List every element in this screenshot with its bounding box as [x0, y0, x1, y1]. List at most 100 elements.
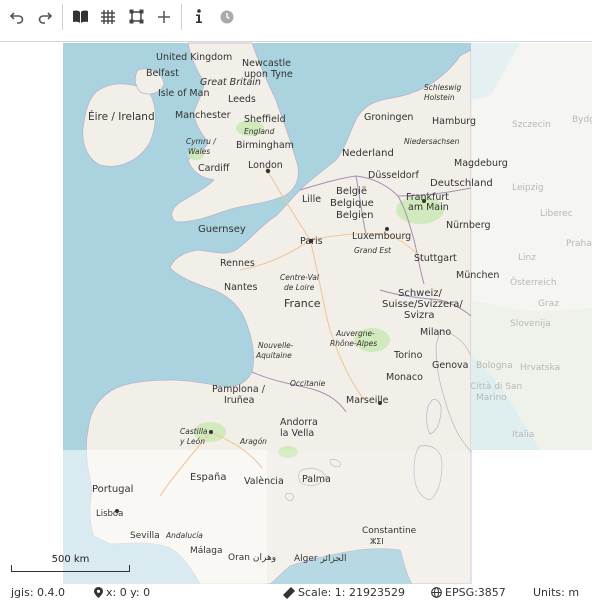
- map-label: Nantes: [224, 282, 258, 293]
- map-label: Düsseldorf: [368, 170, 419, 181]
- map-label: Belfast: [146, 68, 179, 79]
- map-label: Palma: [302, 474, 331, 485]
- version-label: jgis: 0.4.0: [11, 586, 66, 599]
- book-open-icon: [72, 10, 88, 23]
- scale-label: Scale: 1: 21923529: [298, 586, 405, 599]
- map-label: Éire / Ireland: [88, 110, 155, 123]
- map-label: València: [244, 476, 284, 487]
- map-label: Sevilla: [130, 531, 160, 541]
- plus-icon: [158, 10, 170, 23]
- toolbar: [0, 0, 592, 33]
- map-label: Isle of Man: [158, 88, 209, 99]
- map-label: Leeds: [228, 94, 256, 105]
- grid-icon: [101, 9, 115, 24]
- ruler-icon: [283, 586, 295, 599]
- projection-label: EPSG:3857: [445, 586, 506, 599]
- map-label: de Loire: [284, 283, 315, 292]
- map-label: Hamburg: [432, 116, 476, 127]
- map-label: Birmingham: [236, 140, 294, 151]
- map-label: Lille: [302, 194, 321, 205]
- map-label: Belgien: [336, 210, 373, 221]
- redo-button[interactable]: [31, 3, 59, 31]
- undo-button[interactable]: [3, 3, 31, 31]
- map-label: Graz: [538, 299, 559, 309]
- map-label: Newcastle: [242, 58, 291, 69]
- map-label: Rhône-Alpes: [330, 339, 377, 348]
- map-label: Pamplona /: [212, 384, 266, 395]
- map-label: Magdeburg: [454, 158, 508, 169]
- map-label: Alger الجزائر: [294, 554, 346, 564]
- map-label: Nouvelle-: [258, 341, 294, 350]
- projection-readout: EPSG:3857: [431, 586, 506, 599]
- history-button[interactable]: [213, 3, 241, 31]
- map-label: Andorra: [280, 417, 318, 428]
- map-label: Andalucía: [165, 531, 203, 540]
- map-tiles: United Kingdom Great Britain Belfast New…: [63, 42, 592, 584]
- undo-icon: [9, 11, 24, 24]
- redo-icon: [38, 11, 53, 24]
- clock-icon: [220, 10, 234, 23]
- info-button[interactable]: [185, 3, 213, 31]
- bounding-box-button[interactable]: [122, 3, 150, 31]
- map-label: Cardiff: [198, 163, 230, 174]
- map-label: Schweiz/: [398, 288, 443, 299]
- map-label: Hrvatska: [520, 363, 560, 373]
- map-label: am Main: [408, 202, 449, 213]
- map-label: England: [244, 127, 275, 136]
- map-label: Suisse/Svizzera/: [382, 299, 463, 310]
- map-label: Linz: [518, 253, 536, 263]
- units-label: Units: m: [533, 586, 580, 599]
- map-label: Aquitaine: [255, 351, 292, 360]
- map-label: Niedersachsen: [404, 137, 460, 146]
- map-canvas[interactable]: United Kingdom Great Britain Belfast New…: [0, 42, 592, 584]
- grid-button[interactable]: [94, 3, 122, 31]
- map-label: Sheffield: [244, 114, 286, 125]
- map-label: Centre-Val: [280, 273, 320, 282]
- map-label: Slovenija: [510, 319, 551, 329]
- map-marker-icon: [94, 587, 103, 598]
- map-label: Constantine: [362, 526, 417, 536]
- map-label: Castilla: [180, 427, 208, 436]
- map-label: France: [284, 297, 321, 310]
- map-label: London: [248, 160, 283, 171]
- map-label: Iruñea: [224, 395, 254, 406]
- toolbar-separator: [62, 3, 63, 30]
- map-label: España: [190, 472, 226, 483]
- map-label: Luxembourg: [352, 231, 411, 242]
- map-label: Città di San: [470, 382, 522, 392]
- map-label: Marino: [476, 393, 507, 403]
- map-label: Occitanie: [290, 379, 326, 388]
- map-label: Österreich: [510, 277, 557, 288]
- map-label: Belgique: [330, 198, 374, 209]
- scale-readout: Scale: 1: 21923529: [283, 586, 405, 599]
- map-label: Italia: [512, 430, 534, 440]
- map-label: België: [336, 186, 367, 197]
- info-icon: [196, 9, 202, 23]
- map-label: Leipzig: [512, 183, 544, 193]
- toolbar-separator: [181, 3, 182, 30]
- map-label: Aragón: [239, 437, 267, 446]
- scale-bar-label: 500 km: [51, 554, 90, 565]
- map-label: Deutschland: [430, 178, 493, 189]
- globe-icon: [431, 587, 442, 598]
- map-label: la Vella: [280, 428, 314, 439]
- map-label: Marseille: [346, 395, 389, 406]
- map-label: United Kingdom: [156, 52, 232, 63]
- scale-bar: 500 km: [11, 554, 130, 574]
- map-label: ⵣⵉⵏ: [370, 537, 384, 546]
- map-label: Málaga: [190, 546, 223, 556]
- map-label: Guernsey: [198, 224, 246, 235]
- map-label: Oran وهران: [228, 553, 276, 563]
- map-label: Milano: [420, 327, 451, 338]
- map-label: Szczecin: [512, 120, 551, 130]
- map-label: Liberec: [540, 209, 573, 219]
- version-text: jgis: 0.4.0: [11, 586, 65, 599]
- map-label: Auvergne-: [335, 329, 375, 338]
- add-button[interactable]: [150, 3, 178, 31]
- map-label: Grand Est: [354, 246, 392, 255]
- units-readout: Units: m: [533, 586, 579, 599]
- map-label: Portugal: [92, 484, 133, 495]
- map-label: Bydgoszcz: [572, 115, 592, 125]
- layers-button[interactable]: [66, 3, 94, 31]
- coords-readout: x: 0 y: 0: [94, 586, 150, 599]
